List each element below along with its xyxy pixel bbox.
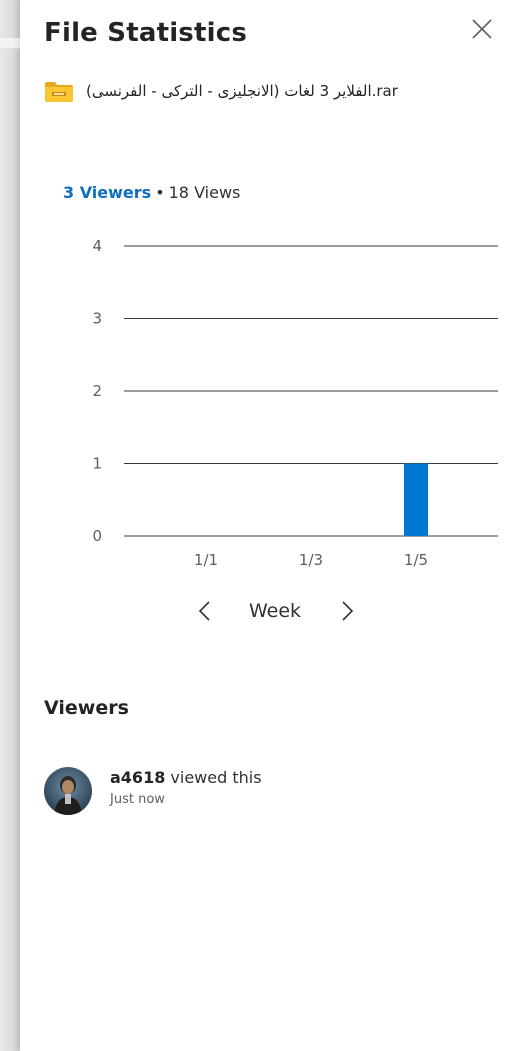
views-count: 18 Views — [168, 183, 241, 202]
viewer-activity: a4618 viewed this — [110, 768, 262, 787]
x-tick-label: 1/5 — [404, 551, 428, 569]
viewers-count-link[interactable]: 3 Viewers — [63, 183, 151, 202]
viewer-timestamp: Just now — [110, 792, 165, 807]
bar-1-5[interactable] — [404, 463, 428, 537]
viewer-list-item[interactable]: a4618 viewed this Just now — [44, 767, 484, 819]
y-tick-label: 4 — [92, 237, 102, 255]
chevron-left-icon — [198, 601, 210, 621]
file-name: الفلاير 3 لغات (الانجليزى - التركى - الف… — [86, 82, 398, 100]
y-tick-label: 1 — [92, 455, 102, 473]
viewer-action: viewed this — [165, 768, 262, 787]
close-icon — [472, 19, 492, 39]
y-tick-label: 0 — [92, 527, 102, 545]
x-tick-label: 1/3 — [299, 551, 323, 569]
background-toolbar-edge — [0, 38, 20, 49]
week-navigation: Week — [190, 597, 360, 627]
x-tick-label: 1/1 — [194, 551, 218, 569]
close-button[interactable] — [470, 17, 494, 41]
viewers-section-title: Viewers — [44, 697, 129, 719]
summary-separator: • — [155, 183, 165, 202]
stats-summary: 3 Viewers • 18 Views — [63, 183, 240, 202]
viewer-name: a4618 — [110, 768, 166, 787]
y-tick-label: 3 — [92, 310, 102, 328]
avatar — [44, 767, 92, 815]
views-chart: 0 1 2 3 4 1/1 1/3 1/5 — [92, 237, 498, 569]
chevron-right-icon — [342, 601, 354, 621]
background-page — [0, 0, 20, 1051]
file-statistics-panel: File Statistics الفلاير 3 لغات (الانجليز… — [20, 0, 529, 1051]
period-label: Week — [248, 600, 302, 622]
folder-icon — [44, 81, 74, 103]
panel-title: File Statistics — [44, 18, 248, 48]
file-info: الفلاير 3 لغات (الانجليزى - التركى - الف… — [44, 80, 504, 106]
next-week-button[interactable] — [337, 599, 357, 623]
previous-week-button[interactable] — [195, 599, 215, 623]
y-tick-label: 2 — [92, 382, 102, 400]
